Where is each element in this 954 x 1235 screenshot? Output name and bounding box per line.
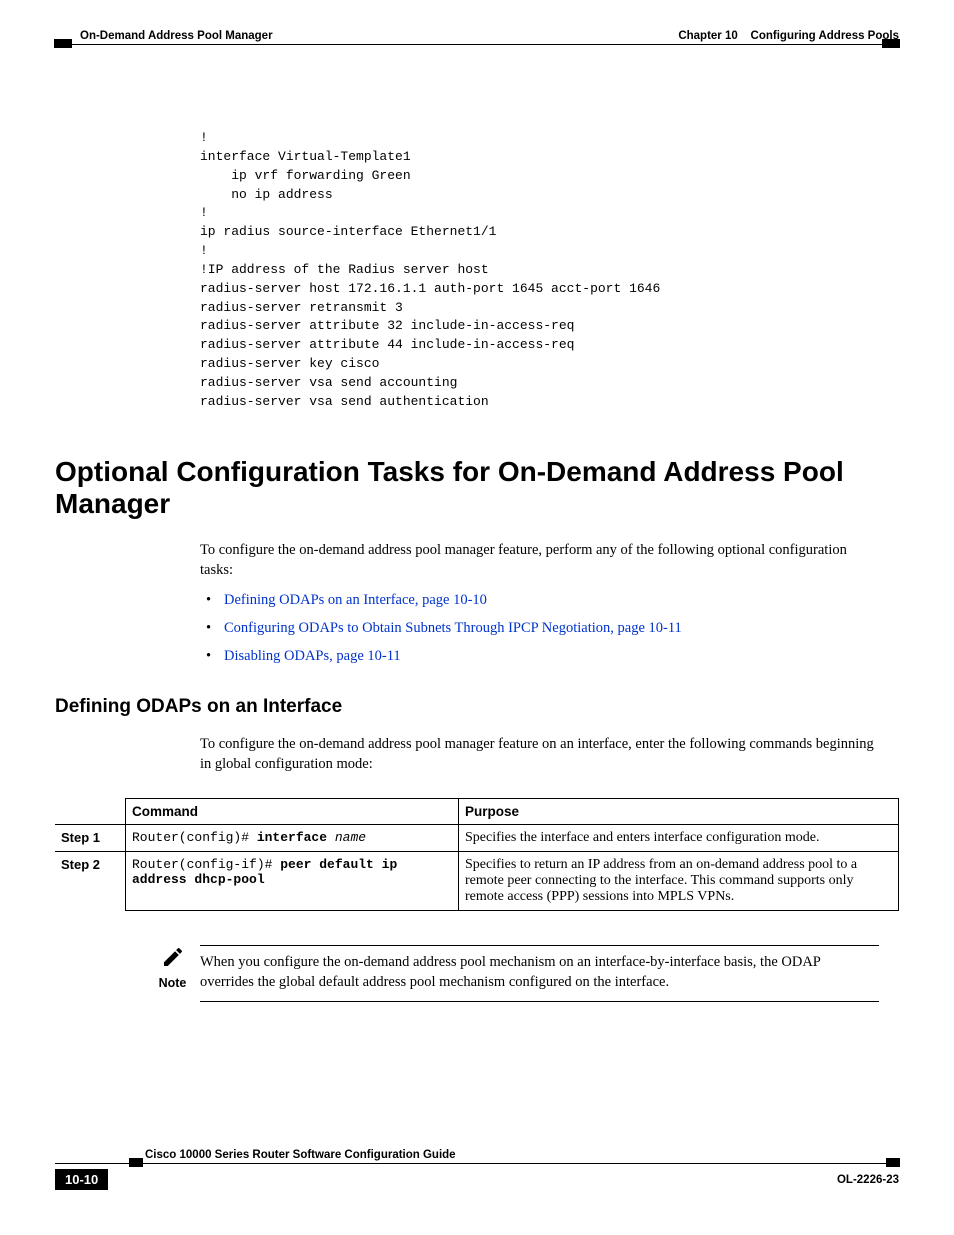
xref-link[interactable]: Configuring ODAPs to Obtain Subnets Thro… bbox=[224, 620, 682, 636]
pencil-icon bbox=[161, 945, 185, 969]
step-cell: Step 2 bbox=[55, 852, 126, 911]
command-cell: Router(config-if)# peer default ip addre… bbox=[126, 852, 459, 911]
footer-guide-title: Cisco 10000 Series Router Software Confi… bbox=[145, 1149, 456, 1161]
step-cell: Step 1 bbox=[55, 825, 126, 852]
col-header-purpose: Purpose bbox=[459, 799, 899, 825]
cmd-prompt: Router(config)# bbox=[132, 830, 257, 845]
page: On-Demand Address Pool Manager Chapter 1… bbox=[0, 0, 954, 1002]
xref-link[interactable]: Defining ODAPs on an Interface, page 10-… bbox=[224, 592, 487, 608]
intro-paragraph: To configure the on-demand address pool … bbox=[200, 540, 879, 581]
running-header: On-Demand Address Pool Manager Chapter 1… bbox=[55, 30, 899, 42]
header-chapter: Chapter 10 Configuring Address Pools bbox=[678, 30, 899, 42]
list-item: Configuring ODAPs to Obtain Subnets Thro… bbox=[200, 618, 899, 640]
command-cell: Router(config)# interface name bbox=[126, 825, 459, 852]
section-heading: Optional Configuration Tasks for On-Dema… bbox=[55, 456, 899, 520]
chapter-title: Configuring Address Pools bbox=[751, 30, 899, 42]
purpose-cell: Specifies the interface and enters inter… bbox=[459, 825, 899, 852]
task-link-list: Defining ODAPs on an Interface, page 10-… bbox=[200, 590, 899, 667]
xref-link[interactable]: Disabling ODAPs, page 10-11 bbox=[224, 648, 401, 664]
col-header-step bbox=[55, 799, 126, 825]
command-table: Command Purpose Step 1 Router(config)# i… bbox=[55, 798, 899, 911]
page-footer: Cisco 10000 Series Router Software Confi… bbox=[55, 1149, 899, 1190]
header-section: On-Demand Address Pool Manager bbox=[55, 30, 273, 42]
col-header-command: Command bbox=[126, 799, 459, 825]
cmd-keyword: interface bbox=[257, 830, 327, 845]
list-item: Disabling ODAPs, page 10-11 bbox=[200, 646, 899, 668]
config-code-block: ! interface Virtual-Template1 ip vrf for… bbox=[200, 129, 899, 412]
purpose-cell: Specifies to return an IP address from a… bbox=[459, 852, 899, 911]
subsection-intro: To configure the on-demand address pool … bbox=[200, 734, 879, 775]
note-text: When you configure the on-demand address… bbox=[200, 945, 879, 1002]
cmd-arg: name bbox=[327, 830, 366, 845]
cmd-prompt: Router(config-if)# bbox=[132, 857, 280, 872]
note-label-col: Note bbox=[145, 945, 200, 990]
note-label: Note bbox=[145, 976, 200, 990]
list-item: Defining ODAPs on an Interface, page 10-… bbox=[200, 590, 899, 612]
page-number: 10-10 bbox=[55, 1169, 108, 1190]
subsection-heading: Defining ODAPs on an Interface bbox=[55, 696, 899, 718]
table-row: Step 1 Router(config)# interface name Sp… bbox=[55, 825, 899, 852]
header-rule bbox=[55, 44, 899, 46]
doc-id: OL-2226-23 bbox=[837, 1174, 899, 1186]
note-block: Note When you configure the on-demand ad… bbox=[145, 945, 899, 1002]
chapter-label: Chapter 10 bbox=[678, 30, 737, 42]
table-row: Step 2 Router(config-if)# peer default i… bbox=[55, 852, 899, 911]
